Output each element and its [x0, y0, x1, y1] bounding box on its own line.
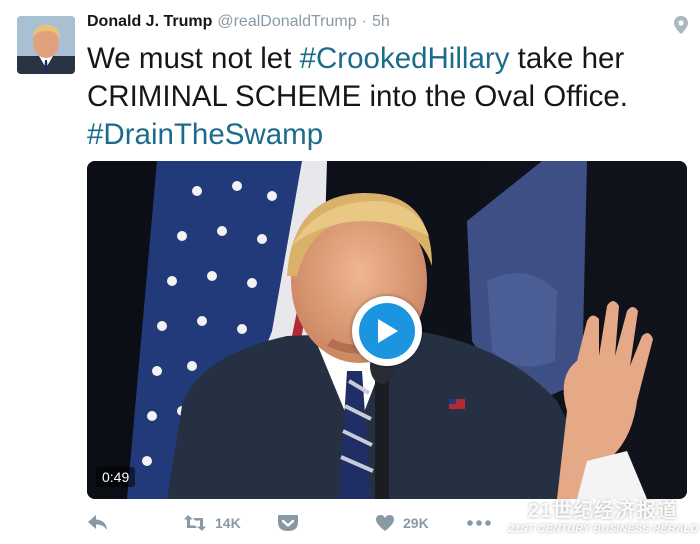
more-icon: [467, 519, 491, 527]
author-name[interactable]: Donald J. Trump: [87, 13, 212, 31]
watermark: 21世纪经济报道 21ST CENTURY BUSINESS HERALD: [508, 494, 698, 535]
play-button[interactable]: [352, 296, 422, 366]
watermark-main: 21世纪经济报道: [527, 500, 679, 522]
heart-icon: [375, 514, 395, 532]
video-player[interactable]: 0:49: [87, 161, 687, 499]
tweet-text: We must not let #CrookedHillary take her…: [87, 40, 687, 154]
like-button[interactable]: 29K: [375, 508, 429, 538]
reply-icon: [87, 514, 109, 532]
pocket-button[interactable]: [277, 508, 299, 538]
more-button[interactable]: [467, 508, 491, 538]
author-handle[interactable]: @realDonaldTrump: [217, 13, 356, 31]
retweet-button[interactable]: 14K: [183, 508, 241, 538]
hashtag-crookedhillary[interactable]: #CrookedHillary: [300, 42, 510, 75]
pocket-icon: [277, 513, 299, 533]
video-duration: 0:49: [96, 467, 136, 487]
play-icon: [359, 303, 415, 359]
avatar-image: [17, 16, 75, 74]
tweet-timestamp[interactable]: 5h: [372, 13, 390, 31]
retweet-count: 14K: [215, 515, 241, 531]
tweet-header: Donald J. Trump @realDonaldTrump · 5h: [87, 13, 390, 37]
author-avatar[interactable]: [17, 16, 75, 74]
watermark-sub: 21ST CENTURY BUSINESS HERALD: [508, 523, 699, 535]
location-pin-icon[interactable]: [674, 16, 688, 34]
hashtag-draintheswamp[interactable]: #DrainTheSwamp: [87, 118, 323, 151]
reply-button[interactable]: [87, 508, 109, 538]
tweet-text-part: We must not let: [87, 42, 300, 75]
header-separator: ·: [361, 13, 367, 30]
like-count: 29K: [403, 515, 429, 531]
retweet-icon: [183, 514, 207, 532]
